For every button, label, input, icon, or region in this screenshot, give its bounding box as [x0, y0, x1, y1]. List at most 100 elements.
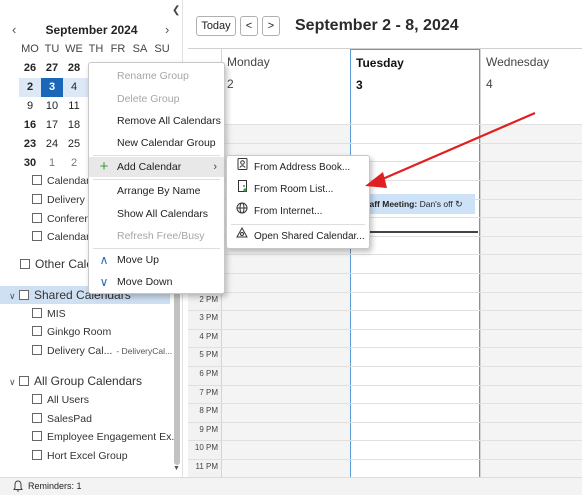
calendar-item[interactable]: Employee Engagement Ex...: [32, 428, 180, 446]
menu-item-remove-all-calendars[interactable]: Remove All Calendars: [89, 111, 224, 131]
mini-calendar-day[interactable]: 28: [63, 59, 85, 78]
reminders-count[interactable]: Reminders: 1: [28, 481, 82, 491]
calendar-item[interactable]: All Users: [32, 391, 89, 409]
calendar-item[interactable]: SalesPad: [32, 410, 92, 428]
mini-calendar-day[interactable]: 2: [63, 154, 85, 173]
menu-item-from-room-list[interactable]: From Room List...: [227, 179, 369, 201]
checkbox[interactable]: [32, 308, 42, 319]
checkbox[interactable]: [32, 326, 42, 337]
hour-label: 6 PM: [199, 369, 218, 378]
hour-row: 9 PM: [188, 422, 582, 441]
checkbox[interactable]: [32, 213, 42, 224]
calendar-item[interactable]: Delivery Cal... - DeliveryCal...: [32, 342, 172, 360]
day-header-name: Tuesday: [356, 56, 404, 70]
chevron-up-icon: ∧: [99, 253, 109, 267]
checkbox[interactable]: [32, 345, 42, 356]
checkbox[interactable]: [32, 413, 42, 424]
calendar-item[interactable]: MIS: [32, 305, 66, 323]
group-calendars-group[interactable]: ∨ All Group Calendars: [9, 372, 142, 390]
calendar-item[interactable]: Hort Excel Group: [32, 447, 128, 465]
hour-label: 8 PM: [199, 406, 218, 415]
week-view-grid: Monday 2 Tuesday 3 Wednesday 4 2 PM 3 PM…: [188, 48, 582, 477]
chevron-down-icon[interactable]: ∨: [9, 373, 19, 391]
checkbox[interactable]: [32, 450, 42, 461]
menu-item-label: Open Shared Calendar...: [254, 231, 365, 242]
mini-calendar-day[interactable]: 4: [63, 78, 85, 97]
menu-item-arrange-by-name[interactable]: Arrange By Name: [89, 181, 224, 201]
menu-item-move-down[interactable]: ∨ Move Down: [89, 272, 224, 292]
mini-calendar-day[interactable]: 2: [19, 78, 41, 97]
checkbox[interactable]: [32, 194, 42, 205]
mini-calendar-day[interactable]: 23: [19, 135, 41, 154]
hour-row: 11 PM: [188, 459, 582, 477]
calendar-event[interactable]: Staff Meeting: Dan's off ↻: [354, 194, 475, 214]
calendar-item-label: Ginkgo Room: [47, 326, 112, 338]
mini-calendar-today[interactable]: 3: [41, 78, 63, 97]
mini-calendar-day[interactable]: 9: [19, 97, 41, 116]
menu-item-label: Add Calendar: [117, 161, 182, 173]
calendar-item[interactable]: Ginkgo Room: [32, 323, 111, 341]
checkbox[interactable]: [19, 375, 29, 386]
calendar-item[interactable]: Calendar: [32, 172, 90, 190]
hour-row: 7 PM: [188, 385, 582, 404]
mini-calendar-day[interactable]: 26: [19, 59, 41, 78]
checkbox[interactable]: [32, 231, 42, 242]
address-book-icon: [235, 157, 249, 179]
menu-item-show-all-calendars[interactable]: Show All Calendars: [89, 204, 224, 224]
checkbox[interactable]: [32, 394, 42, 405]
menu-item-add-calendar[interactable]: + Add Calendar ›: [89, 157, 224, 177]
menu-item-delete-group[interactable]: Delete Group: [89, 89, 224, 109]
mini-calendar-day[interactable]: 10: [41, 97, 63, 116]
checkbox[interactable]: [20, 258, 30, 269]
menu-separator: [93, 179, 220, 180]
menu-item-refresh-free-busy[interactable]: Refresh Free/Busy: [89, 226, 224, 246]
next-week-button[interactable]: >: [262, 16, 280, 36]
status-bar: Reminders: 1: [0, 477, 582, 495]
mini-calendar-day[interactable]: 27: [41, 59, 63, 78]
menu-item-move-up[interactable]: ∧ Move Up: [89, 250, 224, 270]
previous-week-button[interactable]: <: [240, 16, 258, 36]
mini-calendar-day[interactable]: 18: [63, 116, 85, 135]
checkbox[interactable]: [32, 431, 42, 442]
mini-calendar-day[interactable]: 1: [41, 154, 63, 173]
menu-item-open-shared-calendar[interactable]: Open Shared Calendar...: [227, 226, 369, 248]
menu-item-new-calendar-group[interactable]: New Calendar Group: [89, 133, 224, 153]
scroll-down-icon[interactable]: ▼: [173, 465, 180, 472]
hour-label: 7 PM: [199, 388, 218, 397]
calendar-item[interactable]: Calendar -: [32, 228, 96, 246]
menu-item-from-internet[interactable]: From Internet...: [227, 201, 369, 223]
collapse-pane-icon[interactable]: ❮: [172, 5, 180, 16]
mini-calendar-day[interactable]: 30: [19, 154, 41, 173]
date-range-title: September 2 - 8, 2024: [295, 17, 459, 34]
add-calendar-submenu: From Address Book... From Room List... F…: [226, 155, 370, 249]
hour-row: 5 PM: [188, 347, 582, 366]
globe-icon: [235, 201, 249, 223]
mini-calendar-day[interactable]: 11: [63, 97, 85, 116]
hour-label: 2 PM: [199, 295, 218, 304]
hour-row: [188, 254, 582, 273]
calendar-item-label: All Users: [47, 394, 90, 406]
checkbox[interactable]: [19, 289, 29, 300]
hour-label: 3 PM: [199, 313, 218, 322]
menu-item-label: From Address Book...: [254, 162, 351, 173]
chevron-right-icon: ›: [213, 161, 217, 173]
menu-item-rename-group[interactable]: Rename Group: [89, 66, 224, 86]
hour-row: 4 PM: [188, 329, 582, 348]
mini-calendar-next-icon[interactable]: ›: [165, 22, 169, 37]
calendar-item-owner: - DeliveryCal...: [116, 346, 173, 356]
room-list-icon: [235, 179, 249, 201]
mini-calendar-day[interactable]: 25: [63, 135, 85, 154]
mini-calendar-day[interactable]: 24: [41, 135, 63, 154]
checkbox[interactable]: [32, 175, 42, 186]
calendar-item-label: MIS: [47, 308, 66, 320]
mini-calendar-header: ‹ September 2024 ›: [0, 22, 182, 38]
weekday-label: SA: [132, 43, 148, 55]
today-button[interactable]: Today: [196, 16, 236, 36]
menu-item-from-address-book[interactable]: From Address Book...: [227, 157, 369, 179]
hour-row: 8 PM: [188, 403, 582, 422]
chevron-down-icon[interactable]: ∨: [9, 287, 19, 305]
mini-calendar-day[interactable]: 17: [41, 116, 63, 135]
hour-label: 9 PM: [199, 425, 218, 434]
mini-calendar-day[interactable]: 16: [19, 116, 41, 135]
menu-separator: [93, 248, 220, 249]
